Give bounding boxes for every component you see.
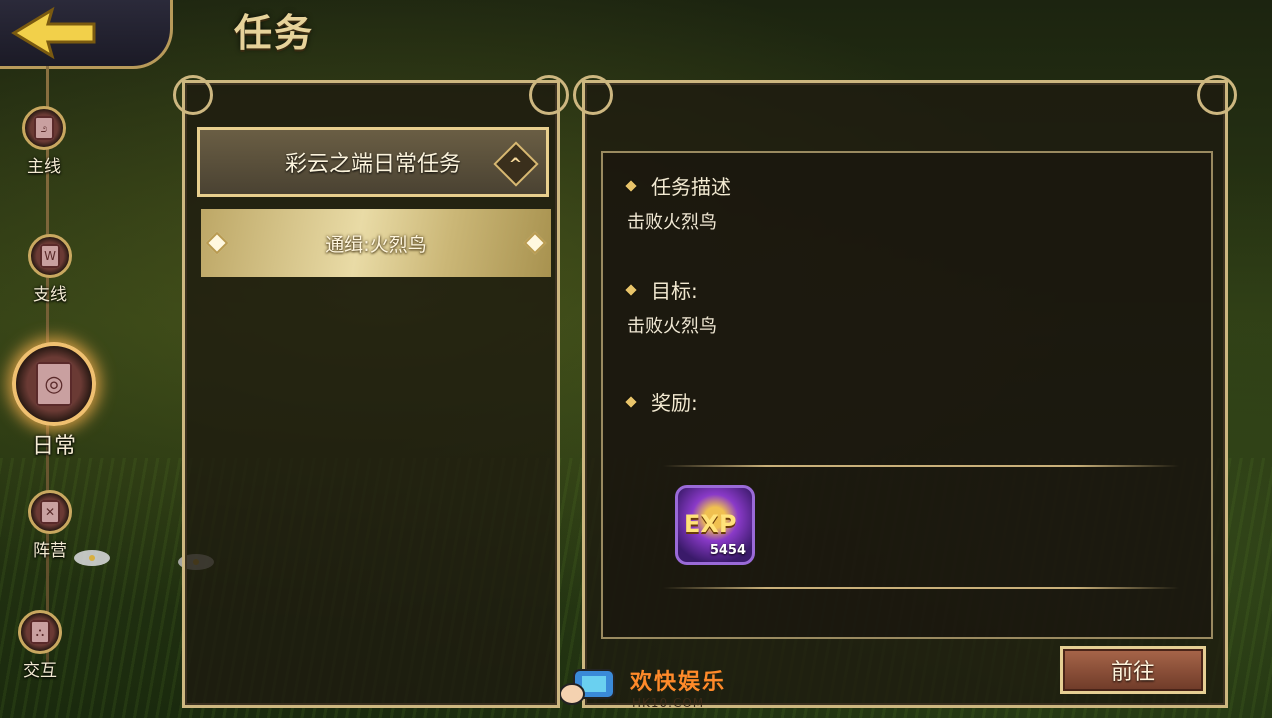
watermark-brand: 欢快娱乐 bbox=[630, 670, 727, 695]
quest-detail-panel: 任务描述 击败火烈鸟 目标: 击败火烈鸟 奖励: EXP 5454 bbox=[573, 75, 1237, 708]
corner-ornament bbox=[173, 75, 213, 115]
daily-quest-icon: ◎ bbox=[12, 342, 96, 426]
exp-reward-icon[interactable]: EXP 5454 bbox=[675, 485, 755, 565]
nav-item-interact[interactable]: ⛬ 交互 bbox=[12, 610, 68, 681]
quest-item-label: 通缉:火烈鸟 bbox=[325, 233, 427, 256]
goal-text: 击败火烈鸟 bbox=[627, 316, 717, 337]
nav-item-side[interactable]: W 支线 bbox=[22, 234, 78, 305]
goal-section: 目标: 击败火烈鸟 bbox=[625, 275, 717, 338]
diamond-icon bbox=[523, 231, 547, 255]
nav-label: 交互 bbox=[23, 661, 57, 681]
nav-item-main[interactable]: ೨ 主线 bbox=[16, 106, 72, 177]
side-quest-icon: W bbox=[28, 234, 72, 278]
nav-label: 日常 bbox=[31, 434, 76, 459]
description-title: 任务描述 bbox=[651, 175, 731, 199]
go-button[interactable]: 前往 bbox=[1060, 646, 1206, 694]
flower-decoration bbox=[74, 550, 110, 566]
chevron-up-icon[interactable]: ^ bbox=[493, 141, 539, 187]
page-title: 任务 bbox=[234, 11, 315, 55]
back-arrow-icon bbox=[11, 6, 96, 60]
interact-quest-icon: ⛬ bbox=[18, 610, 62, 654]
quest-category-label: 彩云之端日常任务 bbox=[284, 152, 461, 177]
back-button[interactable] bbox=[8, 6, 100, 60]
quest-category-header[interactable]: 彩云之端日常任务 ^ bbox=[197, 127, 549, 197]
exp-label: EXP bbox=[684, 510, 737, 538]
divider bbox=[663, 465, 1179, 467]
diamond-bullet-icon bbox=[625, 395, 637, 408]
nav-item-faction[interactable]: ✕ 阵营 bbox=[22, 490, 78, 561]
corner-ornament bbox=[1197, 75, 1237, 115]
corner-ornament bbox=[573, 75, 613, 115]
reward-title: 奖励: bbox=[651, 391, 698, 415]
nav-label: 支线 bbox=[33, 285, 67, 305]
quest-list-item[interactable]: 通缉:火烈鸟 bbox=[201, 209, 551, 277]
exp-amount: 5454 bbox=[709, 543, 746, 558]
quest-list-panel: 彩云之端日常任务 ^ 通缉:火烈鸟 bbox=[173, 75, 569, 708]
watermark-url: HK10.COM bbox=[632, 696, 705, 710]
quest-detail-box: 任务描述 击败火烈鸟 目标: 击败火烈鸟 奖励: EXP 5454 bbox=[601, 151, 1213, 639]
goal-title: 目标: bbox=[651, 279, 698, 303]
diamond-icon bbox=[205, 231, 229, 255]
nav-label: 主线 bbox=[27, 157, 61, 177]
description-section: 任务描述 击败火烈鸟 bbox=[625, 171, 731, 234]
nav-label: 阵营 bbox=[33, 541, 67, 561]
go-button-label: 前往 bbox=[1110, 660, 1155, 685]
gamepad-hand-icon bbox=[560, 669, 615, 705]
description-text: 击败火烈鸟 bbox=[627, 212, 717, 233]
diamond-bullet-icon bbox=[625, 179, 637, 192]
reward-section: 奖励: bbox=[625, 387, 698, 416]
corner-ornament bbox=[529, 75, 569, 115]
divider bbox=[663, 587, 1179, 589]
faction-quest-icon: ✕ bbox=[28, 490, 72, 534]
main-quest-icon: ೨ bbox=[22, 106, 66, 150]
nav-item-daily[interactable]: ◎ 日常 bbox=[8, 342, 100, 460]
diamond-bullet-icon bbox=[625, 283, 637, 296]
watermark: 欢快娱乐 HK10.COM bbox=[560, 660, 730, 718]
